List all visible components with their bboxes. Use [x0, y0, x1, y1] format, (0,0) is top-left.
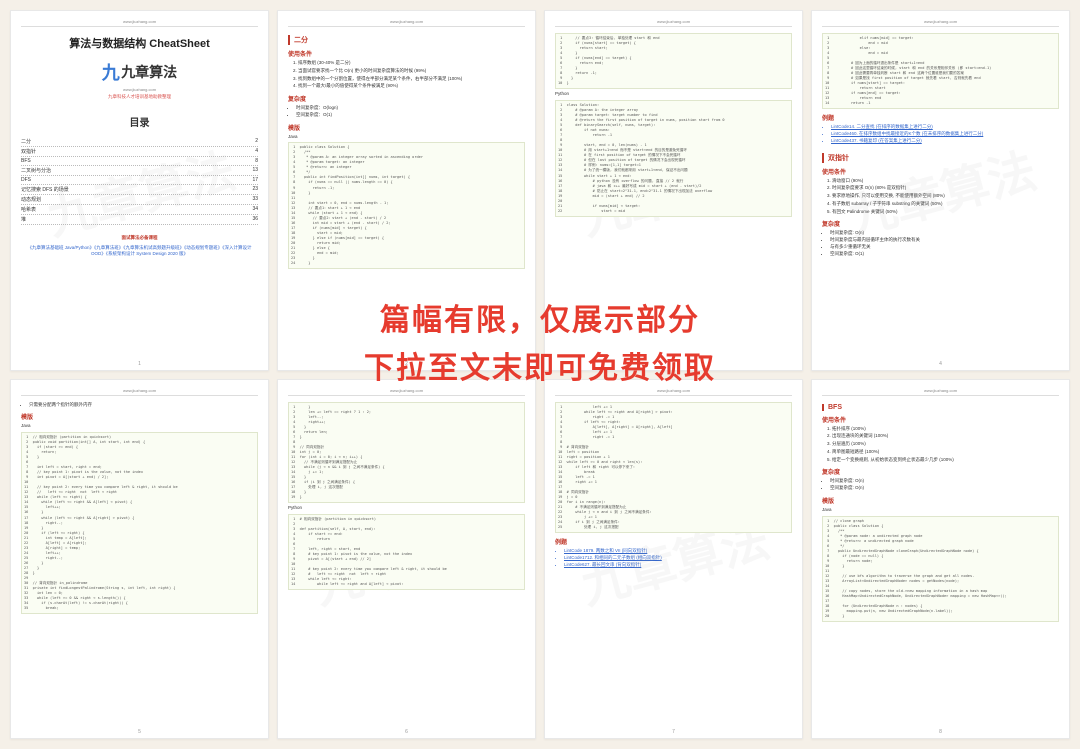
toc-list: 二分2双指针4BFS8二叉树与分治13DFS17记忆搜索 DFS 的场景23动态… — [21, 137, 258, 225]
toc-row[interactable]: DFS17 — [21, 176, 258, 185]
code-block-java: 1 // clone graph 2 public class Solution… — [822, 516, 1059, 623]
lang-label: Java — [288, 134, 525, 141]
sub-template: 模版 — [822, 496, 1059, 505]
code-block-java-cont: 1 // 要点3: 循环结束后, 单独处理 start 和 end 2 if (… — [555, 33, 792, 89]
page-number: 7 — [545, 729, 802, 735]
page-2: www.jiuzhang.com 二分 使用条件 排序数组 (30-40% 是二… — [277, 10, 536, 371]
lang-label: Python — [555, 91, 792, 98]
sub-template: 模版 — [288, 123, 525, 132]
logo-tagline: 九章科技人才培训基地助教整理 — [21, 94, 258, 100]
sub-examples: 例题 — [822, 113, 1059, 122]
toc-row[interactable]: 二叉树与分治13 — [21, 166, 258, 176]
example-links[interactable]: LintCode 1879. 两数之和 VII (同向双指针)LintCode1… — [555, 548, 792, 568]
sub-template: 模版 — [21, 412, 258, 421]
sub-complexity: 复杂度 — [288, 94, 525, 103]
toc-row[interactable]: 哈希表34 — [21, 205, 258, 215]
site-header: www.jiuzhang.com — [21, 388, 258, 396]
courses-block: 面试算法必备课程 《九章算法基础班 Java/Python》《九章算法班》《九章… — [21, 235, 258, 257]
logo-row: 九 九章算法 — [21, 59, 258, 85]
lang-label: Java — [21, 423, 258, 430]
toc-row[interactable]: 记忆搜索 DFS 的场景23 — [21, 185, 258, 195]
toc-row[interactable]: 动态规划33 — [21, 195, 258, 205]
site-header: www.jiuzhang.com — [822, 19, 1059, 27]
site-header: www.jiuzhang.com — [555, 19, 792, 27]
sub-use: 使用条件 — [822, 415, 1059, 424]
page-number: 8 — [812, 729, 1069, 735]
logo-text: 九章算法 — [121, 64, 177, 80]
page-7: www.jiuzhang.com 1 left += 1 2 while lef… — [544, 379, 803, 740]
site-header: www.jiuzhang.com — [21, 19, 258, 27]
page-number: 4 — [812, 361, 1069, 367]
use-list: 滑动窗口 (90%)时间复杂度要求 O(n) (80% 是双指针)要求原地操作,… — [822, 178, 1059, 216]
note-list: 只需要分配两个指针的额外内存 — [21, 402, 258, 409]
sub-use: 使用条件 — [288, 49, 525, 58]
sub-examples: 例题 — [555, 537, 792, 546]
lang-label: Python — [288, 505, 525, 512]
page-number: 5 — [11, 729, 268, 735]
page-grid: www.jiuzhang.com 算法与数据结构 CheatSheet 九 九章… — [0, 0, 1080, 749]
section-binary: 二分 — [288, 35, 525, 45]
code-block-python-cont: 1 elif nums[mid] == target: 2 end = mid … — [822, 33, 1059, 109]
page-number: 3 — [545, 361, 802, 367]
lang-label: Java — [822, 507, 1059, 514]
site-header: www.jiuzhang.com — [555, 388, 792, 396]
page-number: 2 — [278, 361, 535, 367]
sub-complexity: 复杂度 — [822, 467, 1059, 476]
site-header: www.jiuzhang.com — [822, 388, 1059, 396]
note-item: 只需要分配两个指针的额外内存 — [29, 402, 258, 409]
toc-row[interactable]: 双指针4 — [21, 147, 258, 157]
courses-links[interactable]: 《九章算法基础班 Java/Python》《九章算法班》《九章算法机试高频题升级… — [27, 245, 251, 256]
code-block-java: 1 // 相向双指针 (partition in quicksort) 2 pu… — [21, 432, 258, 614]
example-links[interactable]: LintCode14. 二分查找 (在排序的数据集上进行二分)LintCode4… — [822, 124, 1059, 144]
code-block-python-cont: 1 left += 1 2 while left <= right and A[… — [555, 402, 792, 534]
complexity-list: 时间复杂度：O(logn)空间复杂度：O(1) — [288, 105, 525, 119]
page-number: 6 — [278, 729, 535, 735]
page-6: www.jiuzhang.com 1 } 2 len += left == ri… — [277, 379, 536, 740]
section-twopointer: 双指针 — [822, 153, 1059, 163]
toc-title: 目录 — [21, 114, 258, 129]
site-header: www.jiuzhang.com — [288, 388, 525, 396]
logo-sub: www.jiuzhang.com — [21, 87, 258, 92]
code-block-python: 1 class Solution: 2 # @param A: the inte… — [555, 100, 792, 217]
courses-title: 面试算法必备课程 — [21, 235, 258, 241]
doc-title: 算法与数据结构 CheatSheet — [21, 35, 258, 51]
site-header: www.jiuzhang.com — [288, 19, 525, 27]
sub-use: 使用条件 — [822, 167, 1059, 176]
complexity-list: 时间复杂度: O(n) 时间复杂度与最内层循环主体的执行次数有关 与有多少重循环… — [822, 230, 1059, 257]
page-4: www.jiuzhang.com 1 elif nums[mid] == tar… — [811, 10, 1070, 371]
complexity-list: 时间复杂度: O(n)空间复杂度: O(n) — [822, 478, 1059, 492]
use-list: 排序数组 (30-40% 是二分)当面试官要求找一个比 O(n) 更小的时间复杂… — [288, 60, 525, 90]
section-bfs: BFS — [822, 404, 1059, 411]
code-block-java: 1 public class Solution { 2 /** 3 * @par… — [288, 142, 525, 269]
use-list: 拓扑排序 (100%)出现连通块的关键词 (100%)分层遍历 (100%)简单… — [822, 426, 1059, 464]
sub-complexity: 复杂度 — [822, 219, 1059, 228]
page-3: www.jiuzhang.com 1 // 要点3: 循环结束后, 单独处理 s… — [544, 10, 803, 371]
page-5: www.jiuzhang.com 只需要分配两个指针的额外内存 模版 Java … — [10, 379, 269, 740]
code-block-java-cont: 1 } 2 len += left == right ? 1 : 2; 3 le… — [288, 402, 525, 504]
page-1: www.jiuzhang.com 算法与数据结构 CheatSheet 九 九章… — [10, 10, 269, 371]
logo-icon: 九 — [102, 59, 120, 85]
toc-row[interactable]: 堆36 — [21, 215, 258, 225]
toc-row[interactable]: BFS8 — [21, 157, 258, 166]
page-number: 1 — [11, 361, 268, 367]
toc-row[interactable]: 二分2 — [21, 137, 258, 147]
code-block-python: 1 # 相向双指针 (partition in quicksort) 2 3 d… — [288, 514, 525, 590]
page-8: www.jiuzhang.com BFS 使用条件 拓扑排序 (100%)出现连… — [811, 379, 1070, 740]
